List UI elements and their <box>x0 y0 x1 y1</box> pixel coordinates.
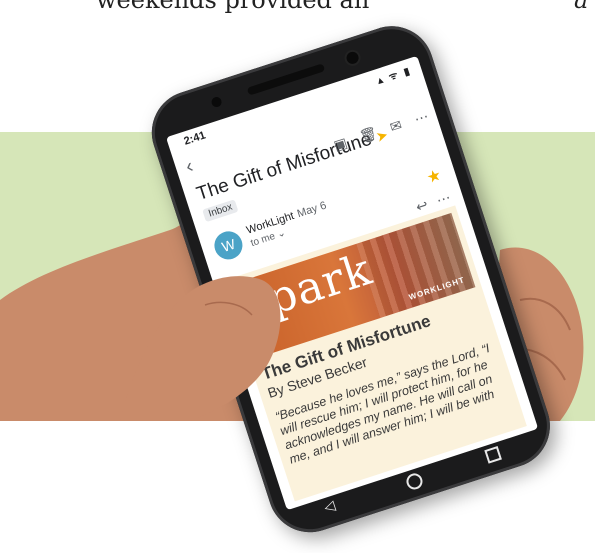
proximity-sensor <box>210 95 223 109</box>
nav-recents-icon[interactable] <box>484 446 502 464</box>
back-arrow-icon[interactable]: ‹ <box>183 155 196 179</box>
mail-icon[interactable]: ✉ <box>388 116 404 136</box>
phone-screen: 2:41 ▴ ᯤ ▮ ‹ ▣ 🗑 ✉ ⋯ The Gift of Misfort… <box>166 55 539 511</box>
star-icon[interactable]: ★ <box>424 165 444 188</box>
sender-avatar[interactable]: W <box>210 227 247 264</box>
nav-back-icon[interactable]: ◁ <box>322 498 338 517</box>
inbox-label-chip[interactable]: Inbox <box>202 199 239 223</box>
sender-date: May 6 <box>295 199 328 221</box>
nav-home-icon[interactable] <box>404 471 425 492</box>
status-time: 2:41 <box>182 129 208 148</box>
sender-name-line: WorkLightMay 6 <box>245 200 328 237</box>
phone-body: 2:41 ▴ ᯤ ▮ ‹ ▣ 🗑 ✉ ⋯ The Gift of Misfort… <box>140 15 561 544</box>
front-camera-icon <box>344 50 361 66</box>
